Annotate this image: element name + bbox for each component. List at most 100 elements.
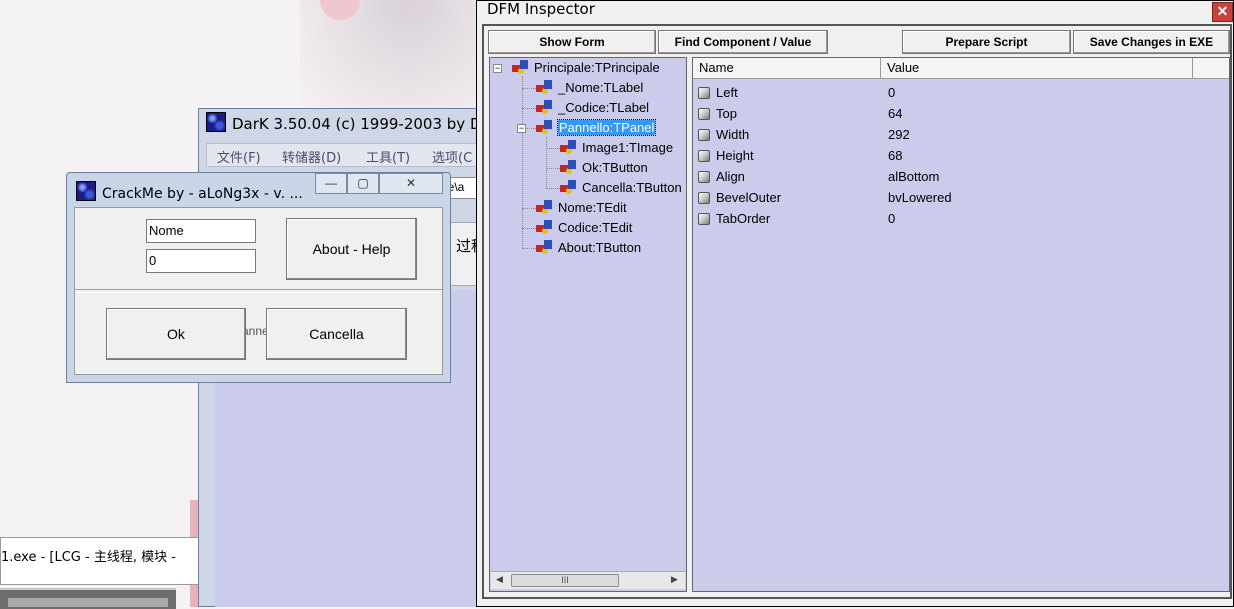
- tree-node-cancella[interactable]: Cancella:TButton: [560, 178, 686, 198]
- tree-node-principale[interactable]: Principale:TPrincipale: [512, 58, 660, 78]
- prepare-script-button[interactable]: Prepare Script: [902, 30, 1071, 54]
- collapse-toggle-pannello[interactable]: −: [517, 124, 526, 133]
- tree-node-label: Ok:TButton: [582, 160, 648, 175]
- component-icon: [560, 160, 578, 174]
- table-row[interactable]: Left: [698, 82, 878, 103]
- component-icon: [560, 140, 578, 154]
- component-icon: [536, 200, 554, 214]
- tree-node-codice-edit[interactable]: Codice:TEdit: [536, 218, 632, 238]
- property-icon: [698, 192, 710, 204]
- tree-line: [546, 168, 560, 169]
- about-help-label: About - Help: [312, 241, 391, 257]
- tree-node-label-selected: Pannello:TPanel: [556, 119, 657, 136]
- menu-dumper[interactable]: 转储器(D): [282, 147, 341, 166]
- table-row[interactable]: Top: [698, 103, 878, 124]
- debugger-window-caption-text: 1.exe - [LCG - 主线程, 模块 -: [1, 550, 176, 565]
- tree-node-label: Principale:TPrincipale: [534, 60, 660, 75]
- tree-node-codice-label[interactable]: _Codice:TLabel: [536, 98, 649, 118]
- minimize-button[interactable]: —: [315, 173, 347, 194]
- ok-label: Ok: [167, 326, 185, 342]
- menu-options[interactable]: 选项(C: [432, 147, 472, 166]
- property-icon: [698, 150, 710, 162]
- scroll-left-icon[interactable]: ◀: [496, 574, 503, 585]
- code-input[interactable]: 0: [146, 249, 256, 273]
- property-value[interactable]: alBottom: [888, 166, 1188, 187]
- property-name: Align: [716, 169, 745, 184]
- property-icon: [698, 108, 710, 120]
- tree-node-ok[interactable]: Ok:TButton: [560, 158, 648, 178]
- tree-node-label: _Nome:TLabel: [558, 80, 644, 95]
- table-row[interactable]: BevelOuter: [698, 187, 878, 208]
- property-value[interactable]: 0: [888, 82, 1188, 103]
- property-name: Left: [716, 85, 738, 100]
- tree-line: [522, 88, 536, 89]
- dark-menubar: 文件(F) 转储器(D) 工具(T) 选项(C: [206, 143, 488, 167]
- component-icon: [536, 80, 554, 94]
- maximize-icon: ▢: [357, 176, 369, 190]
- close-icon: ✕: [1216, 3, 1229, 19]
- crackme-title-text: CrackMe by - aLoNg3x - v. ...: [102, 186, 303, 202]
- property-value[interactable]: bvLowered: [888, 187, 1188, 208]
- property-value[interactable]: 68: [888, 145, 1188, 166]
- find-component-button[interactable]: Find Component / Value: [658, 30, 828, 54]
- tree-node-pannello[interactable]: Pannello:TPanel: [536, 118, 657, 138]
- column-header-spare: [1193, 58, 1229, 78]
- maximize-button[interactable]: ▢: [347, 173, 379, 194]
- cancella-button[interactable]: Cancella: [266, 308, 407, 360]
- tree-node-nome-edit[interactable]: Nome:TEdit: [536, 198, 627, 218]
- save-changes-button[interactable]: Save Changes in EXE: [1073, 30, 1230, 54]
- tree-line: [546, 137, 547, 189]
- app-icon: [76, 181, 96, 201]
- column-header-value[interactable]: Value: [881, 58, 1193, 78]
- menu-tools[interactable]: 工具(T): [366, 147, 410, 166]
- property-grid-header: Name Value: [693, 58, 1229, 79]
- panel-divider: [75, 289, 442, 293]
- table-row[interactable]: Height: [698, 145, 878, 166]
- property-icon: [698, 87, 710, 99]
- tree-node-nome-label[interactable]: _Nome:TLabel: [536, 78, 643, 98]
- table-row[interactable]: Width: [698, 124, 878, 145]
- property-name: BevelOuter: [716, 190, 782, 205]
- column-header-name[interactable]: Name: [693, 58, 881, 78]
- wallpaper-art: [300, 0, 480, 120]
- close-icon: ✕: [405, 176, 417, 190]
- tree-line: [522, 76, 523, 248]
- tree-horizontal-scrollbar[interactable]: ◀ III ▶: [491, 571, 685, 589]
- debugger-window-caption[interactable]: 1.exe - [LCG - 主线程, 模块 -: [0, 537, 206, 585]
- component-icon: [536, 100, 554, 114]
- scroll-thumb[interactable]: III: [511, 574, 619, 587]
- property-name: Width: [716, 127, 750, 142]
- property-icon: [698, 171, 710, 183]
- property-name: TabOrder: [716, 211, 771, 226]
- show-form-button[interactable]: Show Form: [488, 30, 656, 54]
- tree-node-label: Image1:TImage: [582, 140, 674, 155]
- tree-line: [527, 128, 536, 129]
- tree-node-label: About:TButton: [558, 240, 642, 255]
- app-icon: [206, 112, 226, 132]
- property-value[interactable]: 292: [888, 124, 1188, 145]
- property-value[interactable]: 0: [888, 208, 1188, 229]
- component-icon: [512, 60, 530, 74]
- tree-node-label: Codice:TEdit: [558, 220, 633, 235]
- minus-icon: −: [518, 123, 525, 133]
- tree-line: [546, 188, 560, 189]
- name-input[interactable]: Nome: [146, 219, 256, 243]
- ok-button[interactable]: Ok: [106, 308, 246, 360]
- dark-window-title: DarK 3.50.04 (c) 1999-2003 by DaF: [206, 112, 499, 138]
- tree-node-image1[interactable]: Image1:TImage: [560, 138, 673, 158]
- about-help-button[interactable]: About - Help: [286, 218, 417, 280]
- menu-file[interactable]: 文件(F): [217, 147, 261, 166]
- taskbar-fragment-inner: [8, 598, 168, 607]
- component-icon: [536, 240, 554, 254]
- table-row[interactable]: Align: [698, 166, 878, 187]
- scroll-right-icon[interactable]: ▶: [671, 574, 678, 585]
- tree-node-about[interactable]: About:TButton: [536, 238, 641, 258]
- property-values: 0 64 292 68 alBottom bvLowered 0: [888, 82, 1188, 229]
- dfm-close-button[interactable]: ✕: [1212, 2, 1233, 22]
- collapse-toggle-principale[interactable]: −: [493, 64, 502, 73]
- close-button[interactable]: ✕: [379, 173, 443, 194]
- property-icon: [698, 213, 710, 225]
- tree-line: [522, 208, 536, 209]
- property-value[interactable]: 64: [888, 103, 1188, 124]
- table-row[interactable]: TabOrder: [698, 208, 878, 229]
